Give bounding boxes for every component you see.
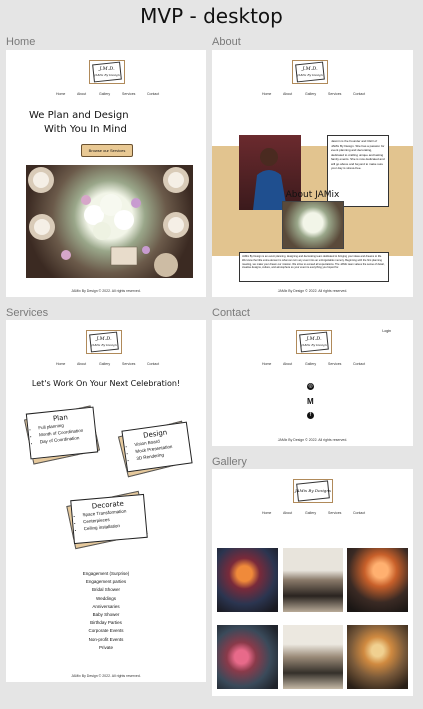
nav-gallery[interactable]: Gallery <box>99 362 122 366</box>
decorate-card[interactable]: Decorate Space Transformation Centerpiec… <box>70 493 148 545</box>
gallery-photo[interactable] <box>347 548 408 612</box>
event-type: Weddings <box>96 595 116 601</box>
hero-table-photo <box>26 165 193 278</box>
gallery-photo[interactable] <box>283 548 343 612</box>
hero-heading-line2: With You In Mind <box>44 124 127 135</box>
contact-frame: Login J.M.D. JAMix By Design Home About … <box>212 320 413 446</box>
frame-label-home: Home <box>6 36 36 48</box>
nav-services[interactable]: Services <box>328 511 353 515</box>
event-types-list: Engagement (Surprise) Engagement parties… <box>6 570 206 652</box>
gallery-photo[interactable] <box>217 625 278 689</box>
event-type: Birthday Parties <box>90 620 122 626</box>
nav-gallery[interactable]: Gallery <box>305 362 328 366</box>
home-frame: J.M.D. JAMix By Design Home About Galler… <box>6 50 206 297</box>
nav-bar: Home About Gallery Services Contact <box>56 92 159 96</box>
logo-letters: J.M.D. <box>99 66 115 72</box>
logo-gallery-text: JAMix By Designs <box>295 488 331 493</box>
logo[interactable]: J.M.D. JAMix By Design <box>296 330 332 354</box>
logo-line2: JAMix By Design <box>94 73 120 77</box>
event-type: Private <box>98 644 113 650</box>
nav-bar: Home About Gallery Services Contact <box>262 511 365 515</box>
nav-about[interactable]: About <box>283 92 305 96</box>
gallery-frame: JAMix By Designs Home About Gallery Serv… <box>212 469 413 696</box>
frame-label-about: About <box>212 36 241 48</box>
centerpiece-graphic <box>28 167 189 277</box>
footer-text: JAMix By Design © 2022. All rights reser… <box>277 289 348 293</box>
logo-letters: J.M.D. <box>302 66 318 72</box>
services-frame: J.M.D. JAMix By Design Home About Galler… <box>6 320 206 682</box>
nav-contact[interactable]: Contact <box>353 362 365 366</box>
browse-services-button[interactable]: Browse our Services <box>81 144 133 157</box>
nav-about[interactable]: About <box>77 362 99 366</box>
logo[interactable]: J.M.D. JAMix By Design <box>292 60 328 84</box>
about-centerpiece-photo <box>282 201 344 249</box>
nav-about[interactable]: About <box>283 362 305 366</box>
nav-bar: Home About Gallery Services Contact <box>262 362 365 366</box>
gallery-photo[interactable] <box>347 625 408 689</box>
nav-contact[interactable]: Contact <box>353 511 365 515</box>
event-type: Baby Shower <box>92 612 120 618</box>
event-type: Bridal Shower <box>91 587 120 593</box>
nav-home[interactable]: Home <box>56 92 77 96</box>
event-type: Engagement parties <box>85 579 127 585</box>
gmail-icon[interactable]: M <box>307 398 315 406</box>
logo-letters: J.M.D. <box>306 336 322 342</box>
about-body: JAMix By Design is an event planning, de… <box>239 252 389 282</box>
services-heading: Let's Work On Your Next Celebration! <box>31 379 181 388</box>
nav-contact[interactable]: Contact <box>147 362 159 366</box>
nav-services[interactable]: Services <box>122 362 147 366</box>
nav-home[interactable]: Home <box>262 511 283 515</box>
instagram-icon[interactable]: ◎ <box>307 383 314 390</box>
logo-letters: J.M.D. <box>96 336 112 342</box>
logo-line2: JAMix By Design <box>297 73 323 77</box>
nav-about[interactable]: About <box>283 511 305 515</box>
nav-bar: Home About Gallery Services Contact <box>262 92 365 96</box>
nav-bar: Home About Gallery Services Contact <box>56 362 159 366</box>
logo[interactable]: J.M.D. JAMix By Design <box>89 60 125 84</box>
nav-gallery[interactable]: Gallery <box>305 511 328 515</box>
logo-line2: JAMix By Design <box>301 343 327 347</box>
nav-gallery[interactable]: Gallery <box>99 92 122 96</box>
facebook-icon[interactable]: f <box>307 412 314 419</box>
event-type: Non-profit Events <box>88 636 124 642</box>
design-card[interactable]: Design Vision Board Mock Presentation 3D… <box>121 421 193 473</box>
about-frame: J.M.D. JAMix By Design Home About Galler… <box>212 50 413 297</box>
footer-text: JAMix By Design © 2022. All rights reser… <box>71 289 141 293</box>
nav-contact[interactable]: Contact <box>353 92 365 96</box>
login-link[interactable]: Login <box>382 329 391 333</box>
frame-label-contact: Contact <box>212 307 250 319</box>
gallery-photo[interactable] <box>283 625 343 689</box>
nav-services[interactable]: Services <box>122 92 147 96</box>
nav-gallery[interactable]: Gallery <box>305 92 328 96</box>
logo[interactable]: JAMix By Designs <box>293 479 333 503</box>
nav-home[interactable]: Home <box>56 362 77 366</box>
hero-heading-line1: We Plan and Design <box>29 110 129 121</box>
footer-text: JAMix By Design © 2022. All rights reser… <box>277 438 348 442</box>
frame-label-gallery: Gallery <box>212 456 247 468</box>
nav-home[interactable]: Home <box>262 362 283 366</box>
footer-text: JAMix By Design © 2022. All rights reser… <box>71 674 141 678</box>
event-type: Engagement (Surprise) <box>82 571 130 576</box>
nav-about[interactable]: About <box>77 92 99 96</box>
about-heading: About JAMix <box>285 190 340 200</box>
event-type: Corporate Events <box>88 628 124 634</box>
nav-services[interactable]: Services <box>328 362 353 366</box>
nav-services[interactable]: Services <box>328 92 353 96</box>
page-title: MVP - desktop <box>140 4 283 28</box>
nav-contact[interactable]: Contact <box>147 92 159 96</box>
gallery-photo[interactable] <box>217 548 278 612</box>
logo[interactable]: J.M.D. JAMix By Design <box>86 330 122 354</box>
event-type: Anniversaries <box>92 603 120 609</box>
plan-card[interactable]: Plan Full planning Month of Coordination… <box>25 406 99 460</box>
logo-line2: JAMix By Design <box>91 343 117 347</box>
frame-label-services: Services <box>6 307 49 319</box>
nav-home[interactable]: Home <box>262 92 283 96</box>
